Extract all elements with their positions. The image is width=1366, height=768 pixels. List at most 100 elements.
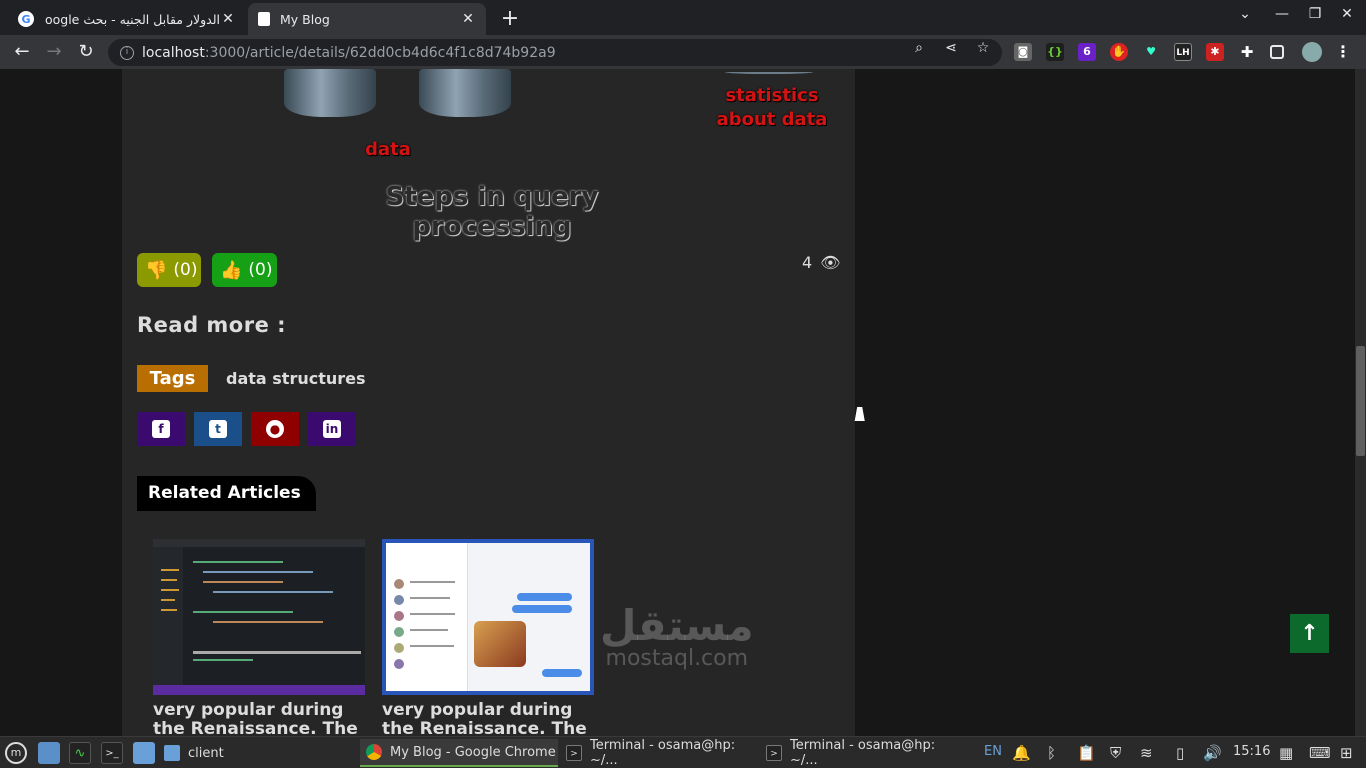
- url-text: localhost:3000/article/details/62dd0cb4d…: [142, 44, 556, 61]
- clipboard-icon[interactable]: 📋: [1077, 744, 1096, 762]
- scrollbar-thumb[interactable]: [1356, 346, 1365, 456]
- wifi-icon[interactable]: ≋: [1140, 744, 1153, 762]
- google-icon: G: [18, 11, 34, 27]
- linkedin-icon: in: [323, 420, 341, 438]
- browser-toolbar: ← → ↻ i localhost:3000/article/details/6…: [0, 35, 1366, 69]
- database-cylinder: [284, 69, 376, 117]
- system-monitor-icon[interactable]: ∿: [69, 742, 91, 764]
- eye-icon: 👁: [820, 253, 841, 272]
- back-button[interactable]: ←: [10, 40, 34, 64]
- maximize-button[interactable]: ❐: [1305, 6, 1325, 22]
- volume-icon[interactable]: 🔊: [1203, 744, 1222, 762]
- red-puzzle-extension-icon[interactable]: ✱: [1206, 43, 1224, 61]
- dislike-button[interactable]: 👎 (0): [137, 253, 201, 287]
- os-taskbar: m ∿ >_ client My Blog - Google Chrome > …: [0, 736, 1366, 768]
- chrome-icon: [366, 744, 382, 760]
- lh-extension-icon[interactable]: LH: [1174, 43, 1192, 61]
- tags-badge: Tags: [137, 365, 208, 392]
- facebook-icon: f: [152, 420, 170, 438]
- tag-link[interactable]: data structures: [226, 369, 366, 388]
- battery-icon[interactable]: ▯: [1176, 744, 1184, 762]
- github-icon: ●: [266, 420, 284, 438]
- terminal-icon: >: [566, 745, 582, 761]
- terminal-launcher-icon[interactable]: >_: [101, 742, 123, 764]
- article-thumbnail-editor[interactable]: [153, 539, 365, 695]
- minimize-button[interactable]: —: [1272, 6, 1292, 22]
- task-label: client: [188, 745, 224, 761]
- figure-caption: Steps in query processing: [385, 182, 599, 242]
- share-icon[interactable]: ⋖: [941, 40, 961, 56]
- info-icon[interactable]: i: [120, 45, 134, 60]
- watermark: مستقل mostaql.com: [600, 604, 754, 670]
- menu-kebab-icon[interactable]: ⋮: [1334, 43, 1352, 61]
- task-label: My Blog - Google Chrome: [390, 744, 556, 760]
- folder-icon: [164, 745, 180, 761]
- related-article-card[interactable]: very popular during the Renaissance. The: [382, 539, 594, 736]
- tab-title: الدولار مقابل الجنيه - بحث Google: [44, 11, 220, 27]
- view-count: 4: [802, 253, 813, 272]
- zoom-icon[interactable]: ⌕: [909, 40, 929, 56]
- forward-button[interactable]: →: [42, 40, 66, 64]
- extensions-puzzle-icon[interactable]: ✚: [1238, 43, 1256, 61]
- close-window-button[interactable]: ✕: [1337, 6, 1357, 22]
- facebook-share-button[interactable]: f: [137, 412, 185, 446]
- task-label: Terminal - osama@hp: ~/...: [790, 738, 936, 768]
- browser-tabbar: G الدولار مقابل الجنيه - بحث Google ✕ My…: [0, 0, 1366, 35]
- linkedin-share-button[interactable]: in: [308, 412, 356, 446]
- profile-avatar[interactable]: [1302, 42, 1322, 62]
- close-icon[interactable]: ✕: [220, 11, 236, 27]
- files-launcher-icon[interactable]: [133, 742, 155, 764]
- related-article-card[interactable]: very popular during the Renaissance. The: [153, 539, 365, 736]
- like-count: (0): [248, 260, 273, 280]
- article-thumbnail-chat[interactable]: [382, 539, 594, 695]
- red-hand-extension-icon[interactable]: ✋: [1110, 43, 1128, 61]
- twitter-share-button[interactable]: t: [194, 412, 242, 446]
- calendar-icon[interactable]: ▦: [1279, 744, 1293, 762]
- thumbs-up-icon: 👍: [220, 259, 243, 281]
- purple-extension-icon[interactable]: 6: [1078, 43, 1096, 61]
- new-tab-button[interactable]: +: [498, 6, 522, 31]
- like-button[interactable]: 👍 (0): [212, 253, 277, 287]
- heart-extension-icon[interactable]: ♥: [1142, 43, 1160, 61]
- terminal-icon: >: [766, 745, 782, 761]
- task-label: Terminal - osama@hp: ~/...: [590, 738, 736, 768]
- bookmark-star-icon[interactable]: ☆: [973, 40, 993, 56]
- taskbar-task-terminal-1[interactable]: > Terminal - osama@hp: ~/...: [560, 738, 758, 768]
- related-articles-heading: Related Articles: [137, 476, 316, 511]
- database-cylinder: [419, 69, 511, 117]
- keyboard-language[interactable]: EN: [984, 744, 1002, 759]
- close-icon[interactable]: ✕: [460, 11, 476, 27]
- back-to-top-button[interactable]: ↑: [1290, 614, 1329, 653]
- page-scrollbar[interactable]: [1355, 69, 1366, 736]
- taskbar-task-client[interactable]: client: [158, 739, 358, 767]
- tab-my-blog[interactable]: My Blog ✕: [248, 3, 486, 35]
- clock[interactable]: 15:16: [1233, 744, 1270, 759]
- tab-title: My Blog: [280, 11, 330, 27]
- taskbar-task-terminal-2[interactable]: > Terminal - osama@hp: ~/...: [760, 738, 958, 768]
- address-bar[interactable]: i localhost:3000/article/details/62dd0cb…: [108, 39, 1002, 66]
- read-more-heading: Read more :: [137, 313, 287, 337]
- camera-extension-icon[interactable]: ◙: [1014, 43, 1032, 61]
- github-share-button[interactable]: ●: [251, 412, 299, 446]
- dislike-count: (0): [173, 260, 198, 280]
- json-extension-icon[interactable]: {}: [1046, 43, 1064, 61]
- show-desktop-icon[interactable]: [38, 742, 60, 764]
- notifications-bell-icon[interactable]: 🔔: [1012, 744, 1031, 762]
- mint-menu-icon[interactable]: m: [5, 742, 27, 764]
- reload-button[interactable]: ↻: [74, 40, 98, 64]
- view-counter: 4 👁: [802, 253, 841, 272]
- side-panel-icon[interactable]: [1270, 45, 1284, 59]
- tab-google-search[interactable]: G الدولار مقابل الجنيه - بحث Google ✕: [8, 3, 246, 35]
- shield-icon[interactable]: ⛨: [1110, 744, 1121, 762]
- tab-search-icon[interactable]: ⌄: [1235, 6, 1255, 22]
- keyboard-icon[interactable]: ⌨: [1309, 744, 1331, 762]
- bluetooth-icon[interactable]: ᛒ: [1047, 744, 1056, 762]
- workspace-grid-icon[interactable]: ⊞: [1340, 744, 1353, 762]
- related-article-title[interactable]: very popular during the Renaissance. The: [153, 701, 365, 737]
- related-article-title[interactable]: very popular during the Renaissance. The: [382, 701, 594, 737]
- database-cylinder-edge: [725, 69, 813, 74]
- watermark-arabic: مستقل: [600, 601, 754, 650]
- arrow-up-icon: ↑: [1300, 621, 1319, 646]
- taskbar-task-chrome[interactable]: My Blog - Google Chrome: [360, 739, 558, 767]
- page-icon: [258, 12, 270, 26]
